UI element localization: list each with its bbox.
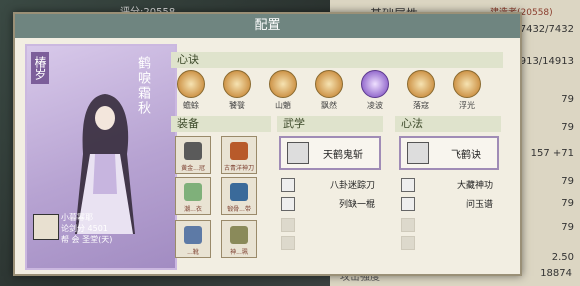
config-dialog: 配置 椿岁 鹤唳霜秋 小暮幂耶 论剑分 4501 帮 会 圣堂(天) 心诀 蟾蜍… [13, 12, 522, 276]
player-score: 论剑分 4501 [61, 224, 108, 233]
robe-icon [184, 183, 202, 201]
background-footer-value: 18874 [540, 268, 572, 279]
background-stat: 7432/7432 [519, 24, 574, 35]
skill-icon [281, 178, 295, 192]
xinfa-section-header: 心法 [395, 116, 501, 132]
equipment-label: 神...珮 [230, 249, 248, 256]
xinjue-label: 浮光 [459, 101, 475, 110]
skill-icon [281, 197, 295, 211]
equipment-slot-weapon[interactable]: 古青洋神刀 [221, 136, 257, 174]
dialog-header: 配置 [15, 14, 520, 38]
background-stat: 2.50 [551, 252, 574, 263]
wuxue-main-label: 天鹤鬼斩 [323, 150, 363, 161]
gold-emblem-icon [269, 70, 297, 98]
wuxue-skill-label: 八卦迷踪刀 [329, 181, 375, 191]
gold-emblem-icon [223, 70, 251, 98]
xinjue-slot[interactable]: 飘然 [309, 70, 349, 111]
dialog-title: 配置 [254, 18, 281, 33]
background-stat: 79 [561, 198, 574, 209]
equipment-label: 锻骨...带 [227, 206, 251, 213]
wuxue-main-skill[interactable]: 天鹤鬼斩 [279, 136, 381, 170]
xinfa-skill-label: 大藏神功 [456, 181, 493, 191]
blade-icon [230, 142, 248, 160]
belt-icon [230, 183, 248, 201]
helmet-icon [184, 142, 202, 160]
xinjue-slot[interactable]: 饕餮 [217, 70, 257, 111]
xinjue-label: 蟾蜍 [183, 101, 199, 110]
purple-emblem-icon [361, 70, 389, 98]
equipment-label: 古青洋神刀 [223, 165, 254, 172]
wuxue-skill-row[interactable]: 八卦迷踪刀 [281, 178, 377, 192]
empty-skill-slot[interactable] [281, 236, 295, 250]
background-stat: 79 [561, 222, 574, 233]
gold-emblem-icon [453, 70, 481, 98]
character-name: 椿岁 [31, 52, 49, 84]
xinfa-skill-row[interactable]: 大藏神功 [401, 178, 495, 192]
xinjue-slot[interactable]: 落寇 [401, 70, 441, 111]
xinfa-skill-row[interactable]: 问玉谱 [401, 197, 495, 211]
wuxue-skill-row[interactable]: 列缺一棍 [281, 197, 377, 211]
gold-emblem-icon [407, 70, 435, 98]
xinfa-skill-label: 问玉谱 [465, 200, 493, 210]
wuxue-skill-label: 列缺一棍 [338, 200, 375, 210]
gold-emblem-icon [315, 70, 343, 98]
xinjue-slot[interactable]: 凌波 [355, 70, 395, 111]
xinjue-label: 饕餮 [229, 101, 245, 110]
player-info: 小暮幂耶 论剑分 4501 帮 会 圣堂(天) [61, 212, 112, 245]
equipment-label: 黄金...冠 [181, 165, 205, 172]
background-stat: 79 [561, 176, 574, 187]
swordsman-icon [287, 142, 309, 164]
equipment-label: ...靴 [187, 249, 199, 256]
xinfa-main-label: 飞鹤诀 [451, 150, 481, 161]
skill-icon [401, 197, 415, 211]
character-portrait-card: 椿岁 鹤唳霜秋 小暮幂耶 论剑分 4501 帮 会 圣堂(天) [25, 44, 177, 270]
wuxue-section-header: 武学 [277, 116, 383, 132]
pendant-icon [230, 226, 248, 244]
equipment-label: 潮...衣 [184, 206, 202, 213]
background-stat: 79 [561, 122, 574, 133]
equipment-slot-body[interactable]: 潮...衣 [175, 177, 211, 215]
equipment-slot-belt[interactable]: 锻骨...带 [221, 177, 257, 215]
xinjue-label: 落寇 [413, 101, 429, 110]
meditation-icon [407, 142, 429, 164]
gold-emblem-icon [177, 70, 205, 98]
player-avatar[interactable] [33, 214, 59, 240]
xinjue-slot[interactable]: 蟾蜍 [171, 70, 211, 111]
xinjue-label: 山魈 [275, 101, 291, 110]
equipment-slot-accessory[interactable]: 神...珮 [221, 220, 257, 258]
xinjue-label: 凌波 [367, 101, 383, 110]
xinjue-slot[interactable]: 浮光 [447, 70, 487, 111]
xinfa-main-skill[interactable]: 飞鹤诀 [399, 136, 499, 170]
player-name: 小暮幂耶 [61, 213, 93, 222]
xinjue-section-header: 心诀 [171, 52, 503, 68]
boots-icon [184, 226, 202, 244]
xinjue-slot[interactable]: 山魈 [263, 70, 303, 111]
empty-skill-slot[interactable] [401, 236, 415, 250]
equipment-section-header: 装备 [171, 116, 271, 132]
background-stat: 157 +71 [530, 148, 574, 159]
equipment-slot-boots[interactable]: ...靴 [175, 220, 211, 258]
skill-icon [401, 178, 415, 192]
empty-skill-slot[interactable] [401, 218, 415, 232]
empty-skill-slot[interactable] [281, 218, 295, 232]
equipment-slot-head[interactable]: 黄金...冠 [175, 136, 211, 174]
xinjue-label: 飘然 [321, 101, 337, 110]
background-stat: 79 [561, 94, 574, 105]
player-guild: 帮 会 圣堂(天) [61, 235, 113, 244]
